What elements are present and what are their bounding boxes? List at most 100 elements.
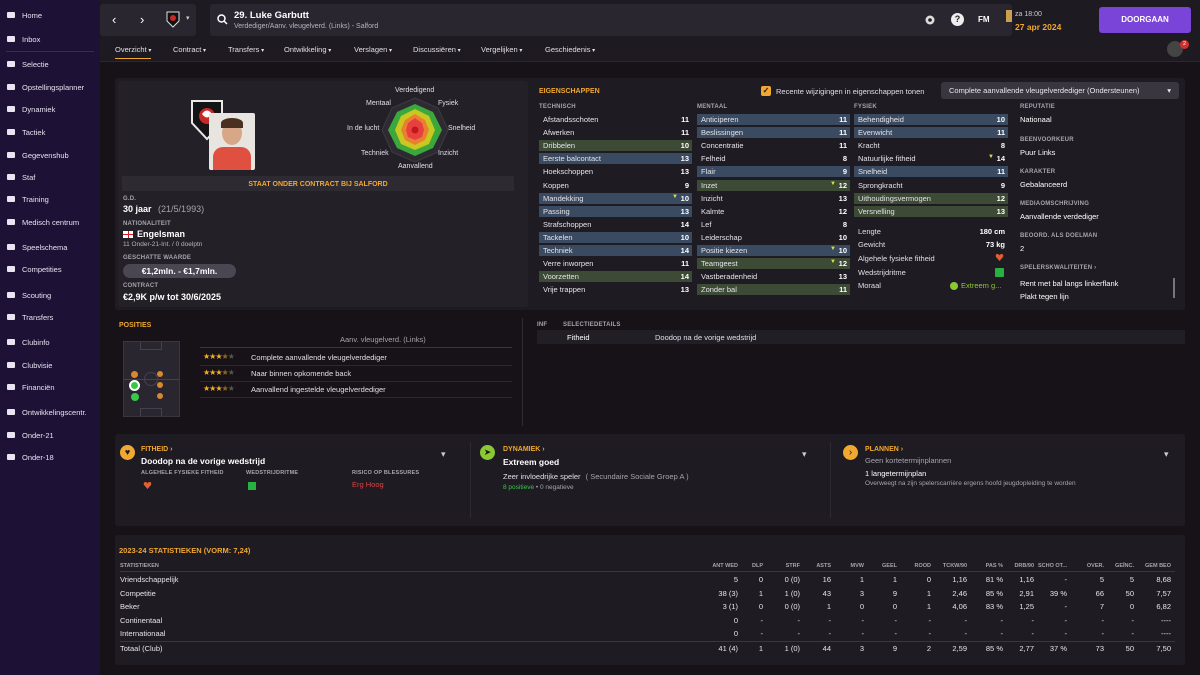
attribute-row[interactable]: Leiderschap 10 xyxy=(697,232,850,243)
selection-row[interactable] xyxy=(537,330,1185,344)
sidebar-item[interactable]: Speelschema xyxy=(6,239,67,255)
sidebar-item[interactable]: Home xyxy=(6,7,42,23)
tab-3[interactable]: Ontwikkeling ▾ xyxy=(284,45,331,54)
attribute-row[interactable]: Afstandsschoten 11 xyxy=(539,114,692,125)
sidebar-item[interactable]: Gegevenshub xyxy=(6,147,69,163)
table-cell: - xyxy=(861,629,865,638)
attribute-row[interactable]: Behendigheid 10 xyxy=(854,114,1008,125)
attribute-row[interactable]: Koppen 9 xyxy=(539,180,692,191)
changes-checkbox-label[interactable]: Recente wijzigingen in eigenschappen ton… xyxy=(776,87,924,96)
nationality-value[interactable]: Engelsman xyxy=(137,229,185,239)
attribute-row[interactable]: Dribbelen 10 xyxy=(539,140,692,152)
sidebar-item[interactable]: Transfers xyxy=(6,309,53,325)
attribute-row[interactable]: Zonder bal 11 xyxy=(697,284,850,296)
sidebar-item[interactable]: Medisch centrum xyxy=(6,214,79,230)
table-row[interactable]: Continentaal 0- - - - - - - - - - - - ---- xyxy=(120,614,1175,627)
sidebar-item[interactable]: Financiën xyxy=(6,379,55,395)
role-label[interactable]: Complete aanvallende vleugelverdediger xyxy=(251,353,387,362)
attribute-row[interactable]: Kalmte 12 xyxy=(697,206,850,217)
attribute-row[interactable]: Vrije trappen 13 xyxy=(539,284,692,295)
attribute-row[interactable]: Evenwicht 11 xyxy=(854,127,1008,139)
sidebar-item[interactable]: Dynamiek xyxy=(6,101,55,117)
fitness-card-title[interactable]: FITHEID › xyxy=(141,446,173,453)
sidebar-item[interactable]: Ontwikkelingscentr. xyxy=(6,404,87,420)
tab-label: Contract xyxy=(173,45,202,54)
attribute-row[interactable]: Concentratie 11 xyxy=(697,140,850,151)
sidebar-item[interactable]: Training xyxy=(6,191,49,207)
attribute-row[interactable]: Anticiperen 11 xyxy=(697,114,850,125)
attribute-row[interactable]: Hoekschoppen 13 xyxy=(539,166,692,177)
table-row[interactable]: Beker 3 (1) 0 0 (0) 1 0 0 1 4,06 83 % 1,25 - 7 0 6,82 xyxy=(120,600,1175,613)
table-row[interactable]: Totaal (Club) 41 (4) 1 1 (0) 44 3 9 2 2,59 85 % 2,… xyxy=(120,640,1175,654)
attribute-row[interactable]: Inzet 12 ▼ xyxy=(697,179,850,191)
sidebar-item[interactable]: Clubinfo xyxy=(6,334,50,350)
sidebar-item[interactable]: Opstellingsplanner xyxy=(6,79,84,95)
table-row[interactable]: Competitie 38 (3) 1 1 (0) 43 3 9 1 2,46 85 % 2,91 3… xyxy=(120,587,1175,600)
attribute-row[interactable]: Passing 13 xyxy=(539,205,692,217)
gear-icon[interactable] xyxy=(924,14,936,26)
attribute-row[interactable]: Voorzetten 14 xyxy=(539,271,692,283)
attribute-row[interactable]: Sprongkracht 9 xyxy=(854,180,1008,191)
attribute-row[interactable]: Mandekking 10 ▼ xyxy=(539,192,692,204)
attribute-row[interactable]: Natuurlijke fitheid 14 ▼ xyxy=(854,153,1008,164)
tab-0[interactable]: Overzicht ▾ xyxy=(115,45,152,59)
chevron-down-icon[interactable]: ▾ xyxy=(1164,449,1169,460)
attribute-row[interactable]: Techniek 14 xyxy=(539,245,692,256)
attribute-row[interactable]: Flair 9 xyxy=(697,166,850,178)
value-label: GESCHATTE WAARDE xyxy=(123,255,192,261)
attribute-row[interactable]: Beslissingen 11 xyxy=(697,127,850,139)
role-select[interactable]: Complete aanvallende vleugelverdediger (… xyxy=(941,82,1179,99)
dynamics-card-title[interactable]: DYNAMIEK › xyxy=(503,446,545,453)
sidebar-item[interactable]: Scouting xyxy=(6,287,51,303)
fm-logo[interactable]: FM xyxy=(978,15,990,24)
attribute-row[interactable]: Vastberadenheid 13 xyxy=(697,271,850,282)
attribute-row[interactable]: Lef 8 xyxy=(697,219,850,230)
help-icon[interactable]: ? xyxy=(951,13,964,26)
sidebar-item[interactable]: Staf xyxy=(6,169,35,185)
attribute-row[interactable]: Snelheid 11 xyxy=(854,166,1008,178)
sidebar-item[interactable]: Competities xyxy=(6,261,62,277)
tab-4[interactable]: Verslagen ▾ xyxy=(354,45,392,54)
attribute-name: Teamgeest xyxy=(701,259,738,269)
attribute-row[interactable]: Inzicht 13 xyxy=(697,193,850,204)
sidebar-item[interactable]: Clubvisie xyxy=(6,357,52,373)
table-row[interactable]: Internationaal 0- - - - - - - - - - - - ---- xyxy=(120,627,1175,640)
forward-icon[interactable]: › xyxy=(140,12,144,27)
attribute-row[interactable]: Versnelling 13 xyxy=(854,205,1008,217)
attribute-row[interactable]: Afwerken 11 xyxy=(539,127,692,138)
attribute-row[interactable]: Verre inworpen 11 xyxy=(539,258,692,269)
chevron-down-icon[interactable]: ▾ xyxy=(186,14,190,22)
tab-6[interactable]: Vergelijken ▾ xyxy=(481,45,522,54)
attribute-row[interactable]: Kracht 8 xyxy=(854,140,1008,151)
role-label[interactable]: Naar binnen opkomende back xyxy=(251,369,351,378)
attribute-row[interactable]: Felheid 8 xyxy=(697,153,850,164)
sidebar-item[interactable]: Onder-21 xyxy=(6,427,54,443)
continue-button[interactable]: DOORGAAN xyxy=(1099,7,1191,33)
attribute-row[interactable]: Eerste balcontact 13 xyxy=(539,153,692,165)
attribute-row[interactable]: Tackelen 10 xyxy=(539,231,692,243)
tab-5[interactable]: Discussiëren ▾ xyxy=(413,45,461,54)
tab-2[interactable]: Transfers ▾ xyxy=(228,45,264,54)
attribute-row[interactable]: Uithoudingsvermogen 12 xyxy=(854,192,1008,204)
role-label[interactable]: Aanvallend ingestelde vleugelverdediger xyxy=(251,385,386,394)
table-row[interactable]: Vriendschappelijk 5 0 0 (0) 16 1 1 0 1,16 81 % 1,1… xyxy=(120,573,1175,586)
sidebar-item[interactable]: Selectie xyxy=(6,56,49,72)
chevron-down-icon[interactable]: ▾ xyxy=(802,449,807,460)
back-icon[interactable]: ‹ xyxy=(112,12,116,27)
qualities-label[interactable]: SPELERSKWALITEITEN › xyxy=(1020,265,1096,271)
sidebar-item[interactable]: Tactiek xyxy=(6,124,45,140)
tab-1[interactable]: Contract ▾ xyxy=(173,45,206,54)
sidebar-item-label: Tactiek xyxy=(22,127,46,137)
attribute-row[interactable]: Teamgeest 12 ▼ xyxy=(697,258,850,270)
sidebar-item[interactable]: Inbox xyxy=(6,31,40,47)
plans-card-title[interactable]: PLANNEN › xyxy=(865,446,903,453)
attribute-row[interactable]: Strafschoppen 14 xyxy=(539,219,692,230)
sidebar-item[interactable]: Onder-18 xyxy=(6,449,54,465)
club-badge-icon[interactable] xyxy=(166,11,180,28)
chevron-down-icon[interactable]: ▾ xyxy=(441,449,446,460)
qualities-scrollbar[interactable] xyxy=(1173,278,1175,298)
attribute-row[interactable]: Positie kiezen 10 ▼ xyxy=(697,245,850,256)
changes-checkbox[interactable]: ✓ xyxy=(761,86,771,96)
tab-7[interactable]: Geschiedenis ▾ xyxy=(545,45,595,54)
search-icon[interactable] xyxy=(217,14,228,25)
